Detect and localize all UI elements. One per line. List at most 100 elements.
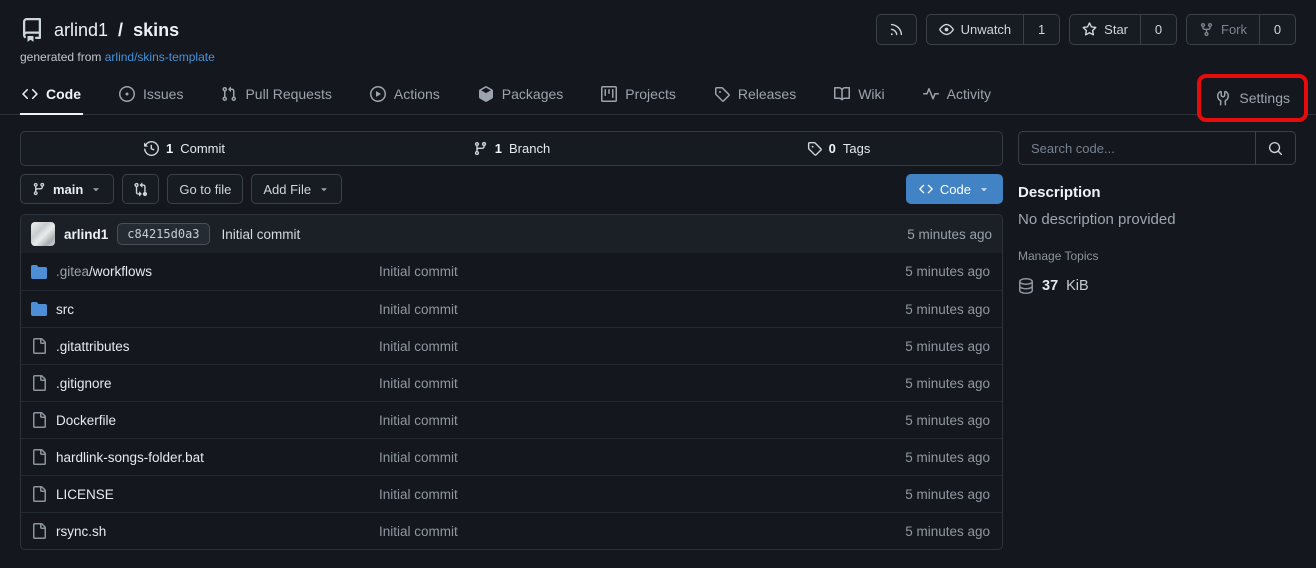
tab-projects[interactable]: Projects <box>599 75 678 115</box>
add-file-button[interactable]: Add File <box>251 174 342 204</box>
file-name-link[interactable]: rsync.sh <box>56 524 106 539</box>
go-to-file-button[interactable]: Go to file <box>167 174 243 204</box>
file-name-link[interactable]: .gitignore <box>56 376 112 391</box>
annotation-highlight: Settings <box>1197 74 1308 122</box>
search-icon <box>1268 141 1283 156</box>
repo-sidebar: Description No description provided Mana… <box>1018 131 1296 294</box>
fork-group: Fork 0 <box>1186 14 1296 45</box>
rss-button[interactable] <box>876 14 917 45</box>
chevron-down-icon <box>978 183 990 195</box>
book-icon <box>834 86 850 102</box>
code-download-button[interactable]: Code <box>906 174 1003 204</box>
commit-author-link[interactable]: arlind1 <box>64 227 108 242</box>
file-commit-time: 5 minutes ago <box>905 302 990 317</box>
eye-icon <box>939 22 954 37</box>
file-commit-message-link[interactable]: Initial commit <box>379 487 905 502</box>
file-row[interactable]: .gitignore Initial commit 5 minutes ago <box>21 364 1002 401</box>
tab-activity[interactable]: Activity <box>921 75 993 115</box>
chevron-down-icon <box>90 183 102 195</box>
tab-releases[interactable]: Releases <box>712 75 798 115</box>
template-repo-link[interactable]: arlind/skins-template <box>105 50 215 64</box>
tab-actions[interactable]: Actions <box>368 75 442 115</box>
compare-button[interactable] <box>122 174 159 204</box>
tab-code[interactable]: Code <box>20 75 83 115</box>
file-row[interactable]: LICENSE Initial commit 5 minutes ago <box>21 475 1002 512</box>
tab-pull-requests-label: Pull Requests <box>245 86 331 102</box>
repo-size-unit: KiB <box>1066 278 1089 294</box>
file-toolbar: main Go to file Add File Code <box>20 174 1003 204</box>
file-commit-message-link[interactable]: Initial commit <box>379 413 905 428</box>
file-commit-message-link[interactable]: Initial commit <box>379 524 905 539</box>
repo-title: arlind1 / skins <box>20 14 179 46</box>
search-button[interactable] <box>1255 132 1295 164</box>
fork-count[interactable]: 0 <box>1260 14 1296 45</box>
file-icon <box>31 449 47 465</box>
repo-actions: Unwatch 1 Star 0 Fork 0 <box>876 14 1296 45</box>
file-row[interactable]: Dockerfile Initial commit 5 minutes ago <box>21 401 1002 438</box>
file-name-link[interactable]: src <box>56 302 74 317</box>
branches-link[interactable]: 1 Branch <box>348 132 675 165</box>
tab-settings[interactable]: Settings <box>1213 90 1292 106</box>
commits-link[interactable]: 1 Commit <box>21 132 348 165</box>
file-commit-message-link[interactable]: Initial commit <box>379 376 905 391</box>
file-name-link[interactable]: LICENSE <box>56 487 114 502</box>
commit-hash-link[interactable]: c84215d0a3 <box>117 223 209 245</box>
file-commit-message-link[interactable]: Initial commit <box>379 264 905 279</box>
star-count[interactable]: 0 <box>1141 14 1177 45</box>
repo-stats-bar: 1 Commit 1 Branch 0 Tags <box>20 131 1003 166</box>
tab-wiki[interactable]: Wiki <box>832 75 886 115</box>
fork-button[interactable]: Fork <box>1186 14 1260 45</box>
branch-count-label: Branch <box>509 141 550 156</box>
file-row[interactable]: rsync.sh Initial commit 5 minutes ago <box>21 512 1002 549</box>
tags-link[interactable]: 0 Tags <box>675 132 1002 165</box>
file-name-link[interactable]: Dockerfile <box>56 413 116 428</box>
commit-message-link[interactable]: Initial commit <box>222 227 301 242</box>
repo-size: 37 KiB <box>1018 278 1296 294</box>
package-icon <box>478 86 494 102</box>
search-input[interactable] <box>1019 132 1255 164</box>
file-icon <box>31 412 47 428</box>
file-commit-message-link[interactable]: Initial commit <box>379 450 905 465</box>
tab-pull-requests[interactable]: Pull Requests <box>219 75 333 115</box>
file-commit-message-link[interactable]: Initial commit <box>379 339 905 354</box>
tab-issues[interactable]: Issues <box>117 75 185 115</box>
folder-icon <box>31 264 47 280</box>
file-commit-time: 5 minutes ago <box>905 413 990 428</box>
file-commit-message-link[interactable]: Initial commit <box>379 302 905 317</box>
file-row[interactable]: .gitea/workflows Initial commit 5 minute… <box>21 253 1002 290</box>
branch-count: 1 <box>495 141 502 156</box>
branch-selector[interactable]: main <box>20 174 114 204</box>
generated-from-label: generated from <box>20 50 101 64</box>
commit-time: 5 minutes ago <box>907 227 992 242</box>
file-name-link[interactable]: .gitattributes <box>56 339 130 354</box>
commit-count: 1 <box>166 141 173 156</box>
file-name-link[interactable]: .gitea/workflows <box>56 264 152 279</box>
avatar[interactable] <box>31 222 55 246</box>
repo-main: 1 Commit 1 Branch 0 Tags main <box>0 115 1316 550</box>
generated-from: generated from arlind/skins-template <box>20 50 1296 66</box>
repo-name-link[interactable]: skins <box>133 20 179 41</box>
issue-icon <box>119 86 135 102</box>
file-row[interactable]: .gitattributes Initial commit 5 minutes … <box>21 327 1002 364</box>
star-button[interactable]: Star <box>1069 14 1141 45</box>
file-row[interactable]: src Initial commit 5 minutes ago <box>21 290 1002 327</box>
watch-count[interactable]: 1 <box>1024 14 1060 45</box>
code-search <box>1018 131 1296 165</box>
rss-icon <box>889 22 904 37</box>
branch-icon <box>32 182 46 196</box>
repo-owner-link[interactable]: arlind1 <box>54 20 108 41</box>
tab-projects-label: Projects <box>625 86 676 102</box>
unwatch-button[interactable]: Unwatch <box>926 14 1025 45</box>
star-label: Star <box>1104 22 1128 37</box>
file-icon <box>31 375 47 391</box>
file-name-link[interactable]: hardlink-songs-folder.bat <box>56 450 204 465</box>
pull-request-icon <box>221 86 237 102</box>
repo-tabbar: Code Issues Pull Requests Actions Packag… <box>0 74 1316 115</box>
folder-icon <box>31 301 47 317</box>
manage-topics-link[interactable]: Manage Topics <box>1018 249 1099 263</box>
description-title: Description <box>1018 184 1296 201</box>
file-row[interactable]: hardlink-songs-folder.bat Initial commit… <box>21 438 1002 475</box>
fork-label: Fork <box>1221 22 1247 37</box>
tools-icon <box>1215 90 1231 106</box>
tab-packages[interactable]: Packages <box>476 75 565 115</box>
